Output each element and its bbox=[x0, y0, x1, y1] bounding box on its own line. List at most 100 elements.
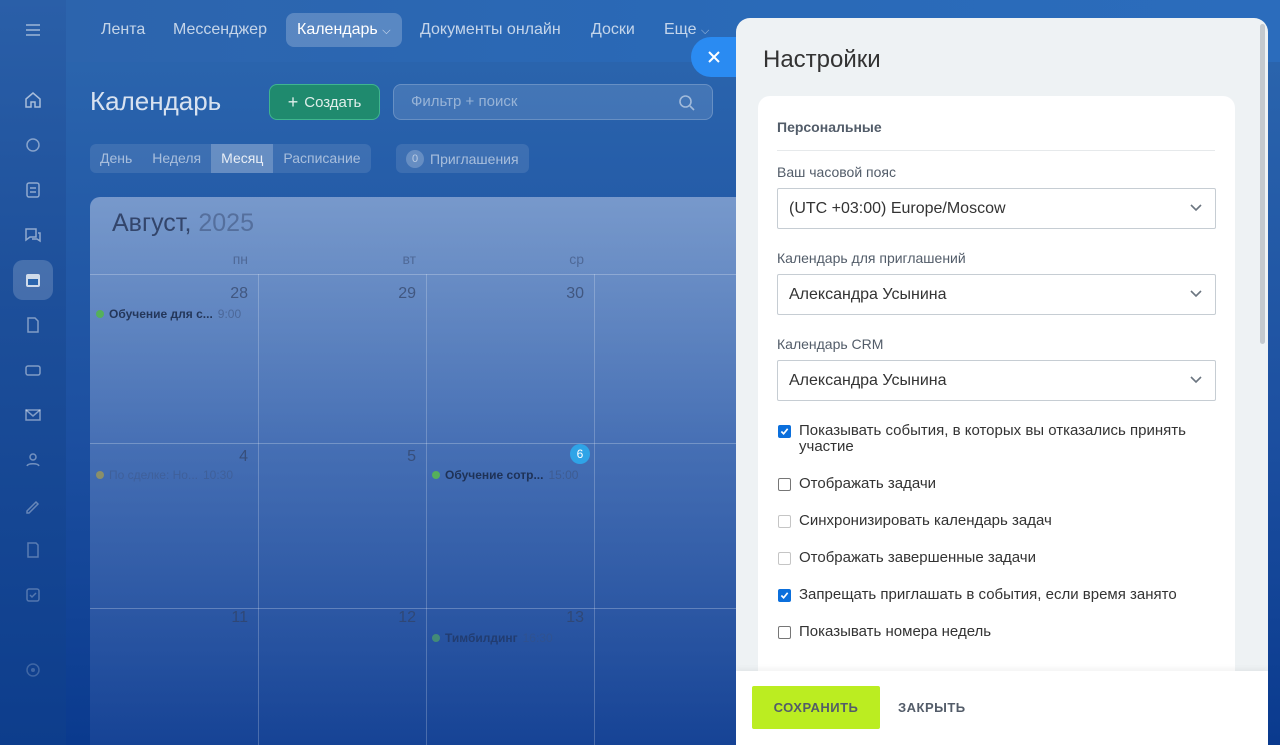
option-label: Отображать задачи bbox=[799, 475, 937, 492]
menu-icon[interactable] bbox=[13, 10, 53, 50]
checkbox-disabled[interactable] bbox=[778, 552, 791, 565]
close-button[interactable]: ЗАКРЫТЬ bbox=[898, 686, 966, 729]
nav-calendar-label: Календарь bbox=[297, 21, 378, 38]
grid-line bbox=[90, 274, 750, 275]
weekday-tue: вт bbox=[402, 251, 416, 267]
nav-feed[interactable]: Лента bbox=[90, 13, 156, 47]
invitations-label: Приглашения bbox=[430, 150, 519, 167]
grid-line bbox=[90, 443, 750, 444]
search-icon[interactable] bbox=[678, 94, 696, 112]
settings-card: Персональные Ваш часовой пояс (UTC +03:0… bbox=[758, 96, 1235, 696]
panel-title: Настройки bbox=[763, 46, 881, 73]
calendar-event[interactable]: Обучение сотр... 15:00 bbox=[432, 468, 578, 482]
option-label: Показывать номера недель bbox=[799, 623, 992, 640]
weekday-mon: пн bbox=[232, 251, 248, 267]
event-time: 15:00 bbox=[548, 468, 579, 482]
event-color-dot bbox=[432, 471, 440, 479]
nav-documents[interactable]: Документы онлайн bbox=[409, 13, 572, 47]
day-number[interactable]: 13 bbox=[554, 609, 584, 627]
checkbox-disabled[interactable] bbox=[778, 515, 791, 528]
day-number[interactable]: 30 bbox=[554, 285, 584, 303]
chevron-down-icon: ⌵ bbox=[701, 25, 710, 37]
section-title: Персональные bbox=[777, 119, 882, 135]
mail-icon[interactable] bbox=[13, 395, 53, 435]
nav-messenger[interactable]: Мессенджер bbox=[162, 13, 278, 47]
invite-calendar-label: Календарь для приглашений bbox=[777, 250, 966, 266]
invitations-count: 0 bbox=[406, 149, 424, 168]
tab-schedule[interactable]: Расписание bbox=[273, 144, 370, 173]
nav-boards[interactable]: Доски bbox=[580, 13, 646, 47]
nav-calendar[interactable]: Календарь ⌵ bbox=[286, 13, 402, 47]
option-show-declined[interactable]: Показывать события, в которых вы отказал… bbox=[778, 423, 1208, 455]
chevron-down-icon bbox=[1190, 290, 1202, 298]
crm-calendar-label: Календарь CRM bbox=[777, 336, 884, 352]
settings-icon[interactable] bbox=[13, 650, 53, 690]
nav-more-label: Еще bbox=[664, 21, 697, 38]
edit-doc-icon[interactable] bbox=[13, 530, 53, 570]
month-grid: Август, 2025 пн вт ср 28 29 30 Обучение … bbox=[90, 197, 750, 745]
calendar-event[interactable]: Обучение для с... 9:00 bbox=[96, 307, 241, 321]
view-tabs: День Неделя Месяц Расписание bbox=[90, 144, 371, 173]
checkbox-checked[interactable] bbox=[778, 589, 791, 602]
checkbox-checked[interactable] bbox=[778, 425, 791, 438]
create-button-label: Создать bbox=[304, 93, 362, 111]
day-number[interactable]: 11 bbox=[218, 609, 248, 627]
invite-calendar-value: Александра Усынина bbox=[789, 286, 947, 303]
grid-line bbox=[90, 608, 750, 609]
day-number[interactable]: 5 bbox=[386, 448, 416, 466]
close-panel-button[interactable] bbox=[691, 37, 737, 77]
timezone-select[interactable]: (UTC +03:00) Europe/Moscow bbox=[777, 188, 1216, 229]
create-button[interactable]: + Создать bbox=[269, 84, 380, 120]
invite-calendar-select[interactable]: Александра Усынина bbox=[777, 274, 1216, 315]
timezone-value: (UTC +03:00) Europe/Moscow bbox=[789, 200, 1006, 217]
event-title: Тимбилдинг bbox=[445, 631, 518, 645]
drive-icon[interactable] bbox=[13, 350, 53, 390]
close-icon bbox=[708, 51, 720, 63]
invitations-button[interactable]: 0 Приглашения bbox=[396, 144, 529, 173]
weekday-wed: ср bbox=[569, 251, 584, 267]
checkbox-unchecked[interactable] bbox=[778, 478, 791, 491]
puzzle-icon[interactable] bbox=[13, 125, 53, 165]
option-sync-tasks[interactable]: Синхронизировать календарь задач bbox=[778, 513, 1208, 529]
calendar-icon[interactable] bbox=[13, 260, 53, 300]
event-color-dot bbox=[96, 310, 104, 318]
save-button[interactable]: СОХРАНИТЬ bbox=[752, 686, 880, 729]
chat-icon[interactable] bbox=[13, 215, 53, 255]
option-show-tasks[interactable]: Отображать задачи bbox=[778, 476, 1208, 492]
option-label: Запрещать приглашать в события, если вре… bbox=[799, 586, 1177, 603]
month-year: 2025 bbox=[198, 209, 254, 237]
option-show-completed[interactable]: Отображать завершенные задачи bbox=[778, 550, 1208, 566]
option-label: Синхронизировать календарь задач bbox=[799, 512, 1052, 529]
today-marker[interactable]: 6 bbox=[570, 444, 590, 464]
day-number[interactable]: 12 bbox=[386, 609, 416, 627]
event-color-dot bbox=[432, 634, 440, 642]
checkbox-unchecked[interactable] bbox=[778, 626, 791, 639]
tab-week[interactable]: Неделя bbox=[142, 144, 211, 173]
option-week-numbers[interactable]: Показывать номера недель bbox=[778, 624, 1208, 640]
calendar-event[interactable]: По сделке: Но... 10:30 bbox=[96, 468, 233, 482]
document-icon[interactable] bbox=[13, 305, 53, 345]
feed-icon[interactable] bbox=[13, 170, 53, 210]
tab-day[interactable]: День bbox=[90, 144, 142, 173]
search-input[interactable]: Фильтр + поиск bbox=[393, 84, 713, 120]
chevron-down-icon bbox=[1190, 376, 1202, 384]
home-icon[interactable] bbox=[13, 80, 53, 120]
option-deny-busy[interactable]: Запрещать приглашать в события, если вре… bbox=[778, 587, 1208, 603]
option-label: Отображать завершенные задачи bbox=[799, 549, 1037, 566]
event-time: 16:30 bbox=[522, 631, 553, 645]
day-number[interactable]: 28 bbox=[218, 285, 248, 303]
tab-month[interactable]: Месяц bbox=[211, 144, 274, 173]
timezone-label: Ваш часовой пояс bbox=[777, 164, 896, 180]
day-number[interactable]: 29 bbox=[386, 285, 416, 303]
sign-icon[interactable] bbox=[13, 485, 53, 525]
search-placeholder: Фильтр + поиск bbox=[411, 93, 518, 110]
day-number[interactable]: 4 bbox=[218, 448, 248, 466]
panel-scrollbar[interactable] bbox=[1260, 24, 1265, 344]
calendar-event[interactable]: Тимбилдинг 16:30 bbox=[432, 631, 553, 645]
event-time: 10:30 bbox=[202, 468, 234, 482]
contacts-icon[interactable] bbox=[13, 440, 53, 480]
crm-calendar-select[interactable]: Александра Усынина bbox=[777, 360, 1216, 401]
event-title: Обучение для с... bbox=[109, 307, 213, 321]
tasks-icon[interactable] bbox=[13, 575, 53, 615]
chevron-down-icon: ⌵ bbox=[382, 25, 391, 37]
